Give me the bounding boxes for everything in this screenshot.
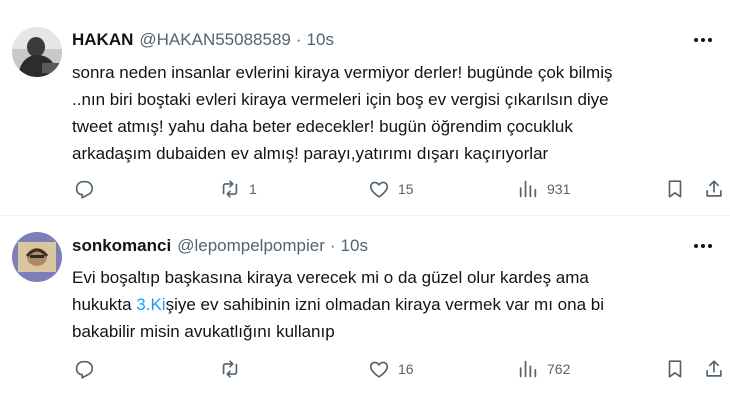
tweet-text-line: ..nın biri boştaki evleri kiraya vermele…: [72, 90, 609, 109]
share-icon: [706, 180, 722, 197]
repost-count: 1: [249, 181, 257, 197]
like-count: 15: [398, 181, 414, 197]
avatar[interactable]: [12, 27, 62, 77]
reply-button[interactable]: [73, 356, 103, 382]
more-options-icon[interactable]: [690, 30, 716, 50]
reply-icon: [75, 180, 94, 199]
reply-icon: [75, 360, 94, 379]
tweet-header: HAKAN @HAKAN55088589 · 10s: [72, 28, 334, 52]
heart-icon: [369, 361, 389, 378]
repost-button[interactable]: [219, 356, 249, 382]
bookmark-icon: [668, 360, 682, 378]
reply-button[interactable]: [73, 176, 103, 202]
tweet-text: sonra neden insanlar evlerini kiraya ver…: [72, 59, 712, 167]
tweet-text-line: sonra neden insanlar evlerini kiraya ver…: [72, 63, 613, 82]
like-button[interactable]: 15: [368, 176, 414, 202]
like-button[interactable]: 16: [368, 356, 414, 382]
separator-dot: ·: [295, 30, 302, 49]
tweet-text-segment: şiye ev sahibinin izni olmadan kiraya ve…: [165, 295, 604, 314]
tweet-text: Evi boşaltıp başkasına kiraya verecek mi…: [72, 264, 712, 345]
bookmark-button[interactable]: [664, 176, 686, 202]
heart-icon: [369, 181, 389, 198]
views-chart-icon: [519, 180, 537, 198]
tweet-text-line: arkadaşım dubaiden ev almış! parayı,yatı…: [72, 144, 549, 163]
timestamp[interactable]: 10s: [307, 30, 334, 50]
tweet-text-line: Evi boşaltıp başkasına kiraya verecek mi…: [72, 268, 589, 287]
user-handle[interactable]: @lepompelpompier: [177, 236, 325, 256]
tweet-header: sonkomanci @lepompelpompier · 10s: [72, 234, 368, 258]
more-options-icon[interactable]: [690, 236, 716, 256]
like-count: 16: [398, 361, 414, 377]
repost-icon: [222, 180, 238, 198]
bookmark-icon: [668, 180, 682, 198]
views-button[interactable]: 762: [517, 356, 570, 382]
share-icon: [706, 360, 722, 377]
share-button[interactable]: [703, 176, 725, 202]
display-name[interactable]: HAKAN: [72, 30, 133, 50]
tweet[interactable]: sonkomanci @lepompelpompier · 10s Evi bo…: [0, 217, 730, 420]
display-name[interactable]: sonkomanci: [72, 236, 171, 256]
action-bar: 16 762: [0, 356, 730, 382]
tweet-text-segment: hukukta: [72, 295, 137, 314]
tweet-text-line: hukukta 3.Kişiye ev sahibinin izni olmad…: [72, 291, 712, 318]
tweet[interactable]: HAKAN @HAKAN55088589 · 10s sonra neden i…: [0, 0, 730, 216]
action-bar: 1 15 931: [0, 176, 730, 202]
user-handle[interactable]: @HAKAN55088589: [139, 30, 290, 50]
bookmark-button[interactable]: [664, 356, 686, 382]
tweet-text-line: tweet atmış! yahu daha beter edecekler! …: [72, 117, 573, 136]
view-count: 762: [547, 361, 571, 377]
separator-dot: ·: [329, 236, 336, 255]
repost-icon: [222, 360, 238, 378]
share-button[interactable]: [703, 356, 725, 382]
tweet-link[interactable]: 3.Ki: [136, 295, 165, 314]
timestamp[interactable]: 10s: [341, 236, 368, 256]
views-chart-icon: [519, 360, 537, 378]
avatar[interactable]: [12, 232, 62, 282]
views-button[interactable]: 931: [517, 176, 570, 202]
tweet-text-line: bakabilir misin avukatlığını kullanıp: [72, 322, 335, 341]
view-count: 931: [547, 181, 571, 197]
repost-button[interactable]: 1: [219, 176, 257, 202]
